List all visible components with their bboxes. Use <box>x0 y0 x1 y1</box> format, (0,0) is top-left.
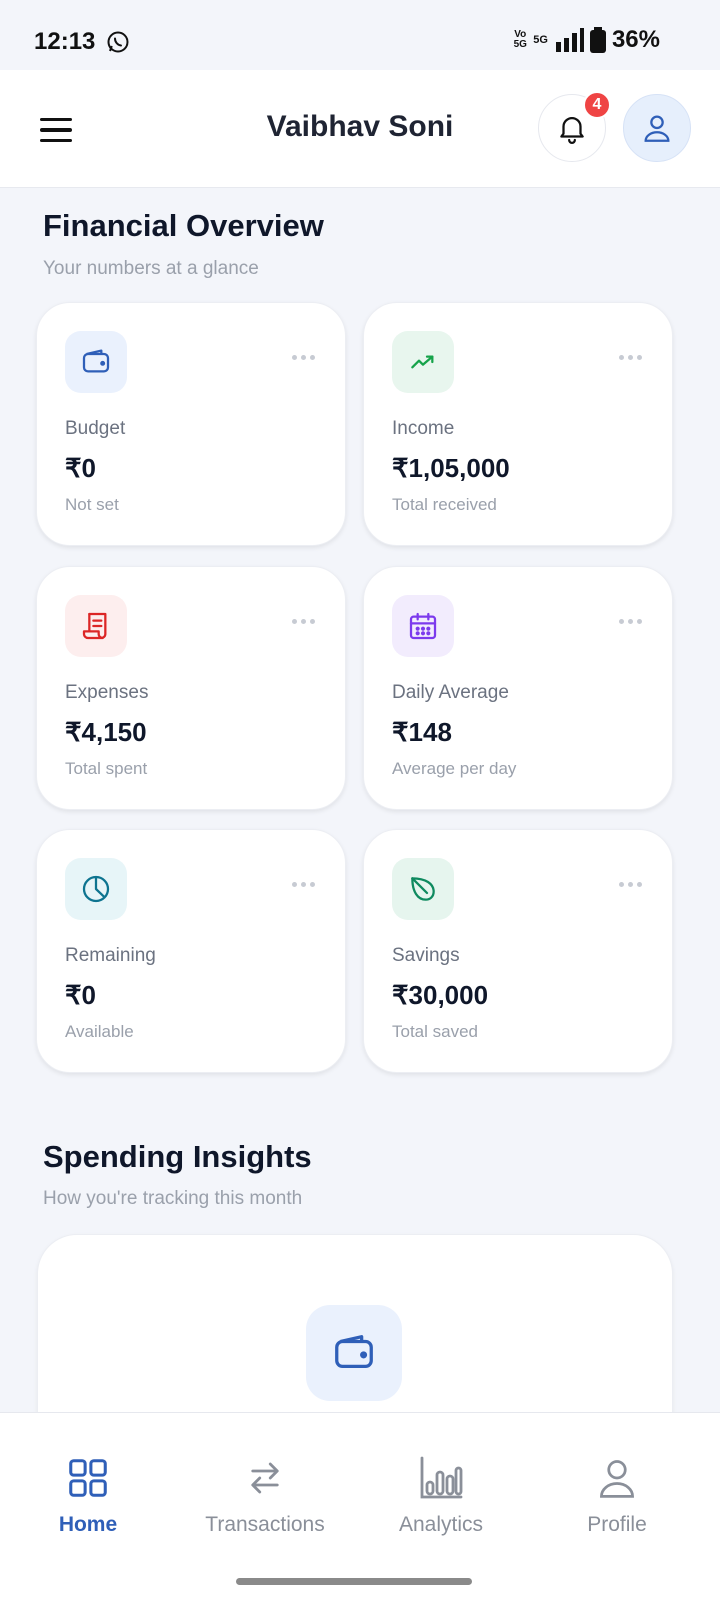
status-bar: 12:13 Vo 5G 5G 36% <box>0 0 720 70</box>
card-value: ₹148 <box>392 717 452 747</box>
card-label: Expenses <box>65 682 149 703</box>
trending-up-icon <box>392 331 454 393</box>
overview-title: Financial Overview <box>43 208 324 243</box>
more-options-icon[interactable] <box>292 619 315 624</box>
card-label: Daily Average <box>392 682 509 703</box>
home-indicator[interactable] <box>236 1578 472 1585</box>
card-note: Total saved <box>392 1022 478 1041</box>
nav-label: Profile <box>587 1513 647 1536</box>
card-note: Total spent <box>65 759 148 778</box>
card-value: ₹1,05,000 <box>392 453 510 483</box>
profile-avatar-button[interactable] <box>623 94 691 162</box>
person-icon <box>592 1453 642 1503</box>
overview-subtitle: Your numbers at a glance <box>43 258 259 279</box>
card-label: Savings <box>392 945 460 966</box>
battery-percent: 36% <box>611 26 660 53</box>
expenses-card[interactable]: Expenses ₹4,150 Total spent <box>36 566 346 810</box>
battery-icon <box>589 27 606 53</box>
card-label: Income <box>392 418 455 439</box>
remaining-card[interactable]: Remaining ₹0 Available <box>36 829 346 1073</box>
nav-transactions[interactable]: Transactions <box>175 1453 355 1537</box>
pie-chart-icon <box>65 858 127 920</box>
budget-card[interactable]: Budget ₹0 Not set <box>36 302 346 546</box>
wallet-icon <box>65 331 127 393</box>
calendar-icon <box>392 595 454 657</box>
swap-arrows-icon <box>240 1453 290 1503</box>
app-header: Vaibhav Soni 4 <box>0 70 720 188</box>
card-note: Not set <box>65 495 119 514</box>
status-time: 12:13 <box>34 28 96 55</box>
card-note: Available <box>65 1022 134 1041</box>
signal-icon <box>555 28 584 52</box>
receipt-icon <box>65 595 127 657</box>
spending-insights-card <box>37 1234 673 1434</box>
more-options-icon[interactable] <box>619 882 642 887</box>
more-options-icon[interactable] <box>619 355 642 360</box>
insights-title: Spending Insights <box>43 1139 312 1174</box>
card-label: Remaining <box>65 945 156 966</box>
card-note: Total received <box>392 495 497 514</box>
home-grid-icon <box>63 1453 113 1503</box>
bottom-navigation: Home Transactions Analytics Profile <box>0 1412 720 1600</box>
bar-chart-icon <box>416 1453 466 1503</box>
card-value: ₹4,150 <box>65 717 147 747</box>
daily-average-card[interactable]: Daily Average ₹148 Average per day <box>363 566 673 810</box>
nav-home[interactable]: Home <box>0 1453 178 1537</box>
nav-label: Analytics <box>398 1513 484 1536</box>
nav-label: Transactions <box>205 1513 325 1536</box>
more-options-icon[interactable] <box>292 355 315 360</box>
card-value: ₹0 <box>65 453 97 483</box>
more-options-icon[interactable] <box>619 619 642 624</box>
status-indicators: Vo 5G 5G 36% <box>513 26 660 54</box>
nav-profile[interactable]: Profile <box>527 1453 707 1537</box>
nav-analytics[interactable]: Analytics <box>351 1453 531 1537</box>
nav-label: Home <box>58 1513 118 1536</box>
wallet-icon <box>306 1305 402 1401</box>
network-type: 5G <box>533 34 548 46</box>
card-label: Budget <box>65 418 126 439</box>
page-title: Vaibhav Soni <box>266 110 454 143</box>
notification-badge: 4 <box>583 91 611 119</box>
card-value: ₹0 <box>65 980 97 1010</box>
card-value: ₹30,000 <box>392 980 489 1010</box>
bell-icon <box>560 117 584 144</box>
leaf-icon <box>392 858 454 920</box>
user-icon <box>644 115 670 142</box>
more-options-icon[interactable] <box>292 882 315 887</box>
insights-subtitle: How you're tracking this month <box>43 1188 303 1209</box>
volte-indicator: Vo 5G <box>513 29 527 50</box>
savings-card[interactable]: Savings ₹30,000 Total saved <box>363 829 673 1073</box>
whatsapp-icon <box>107 31 129 53</box>
income-card[interactable]: Income ₹1,05,000 Total received <box>363 302 673 546</box>
card-note: Average per day <box>392 759 517 778</box>
